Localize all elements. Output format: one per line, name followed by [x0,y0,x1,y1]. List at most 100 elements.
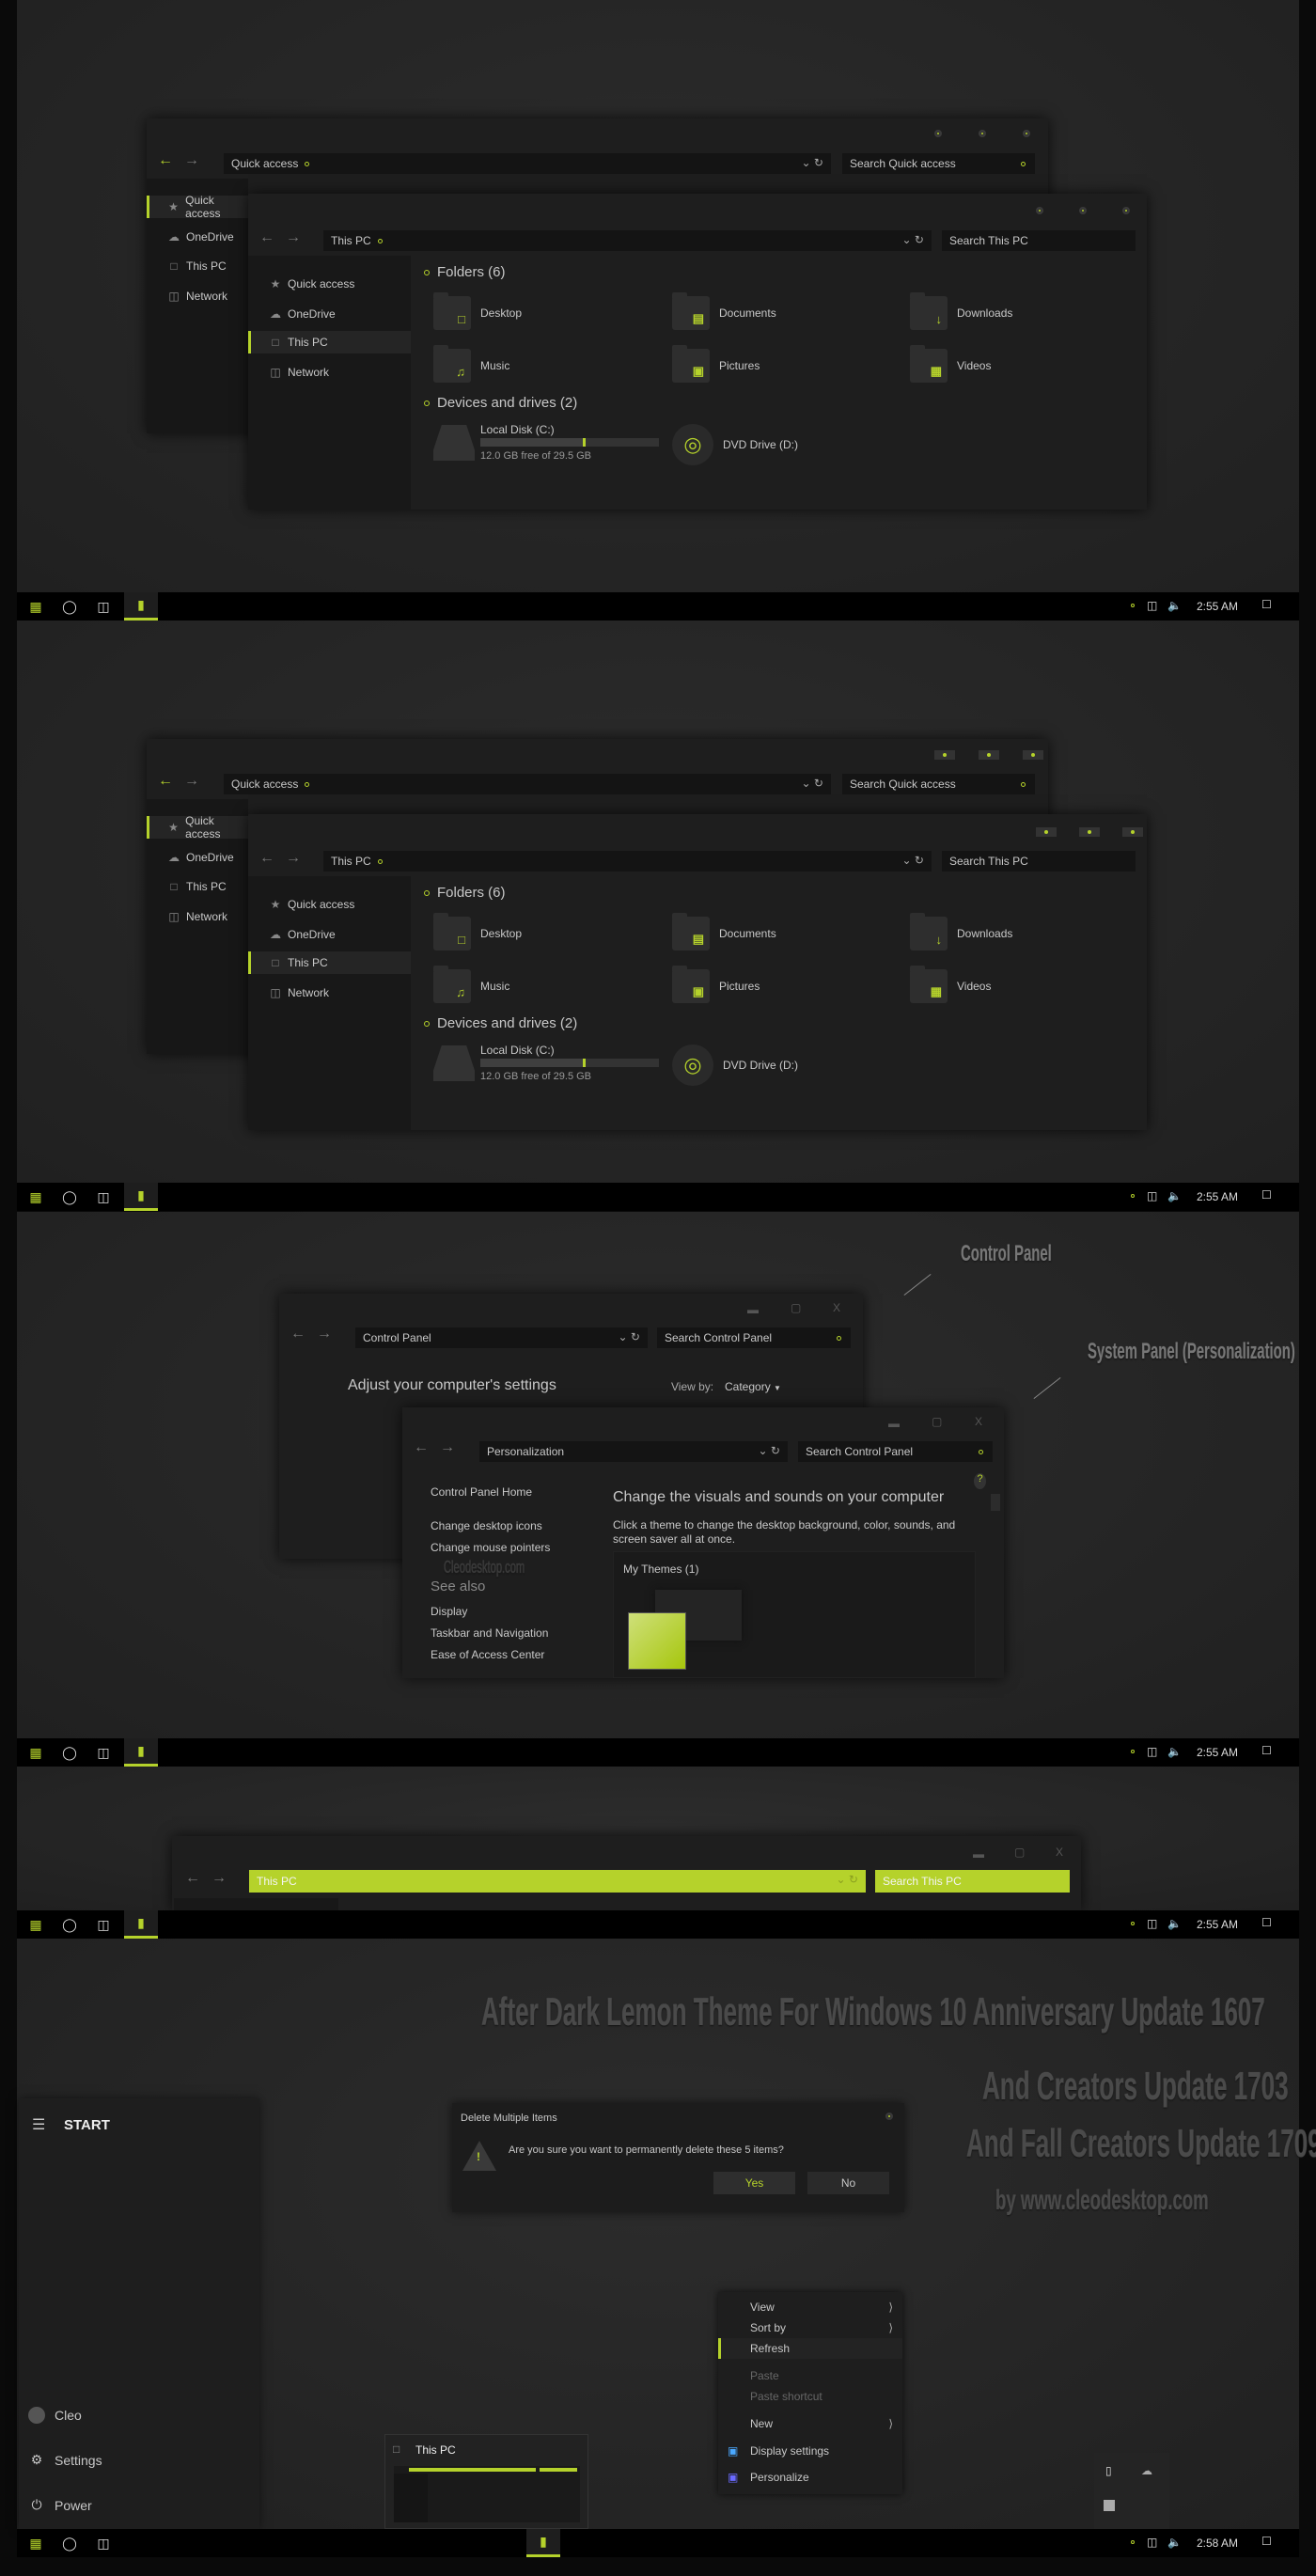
nav-item-onedrive[interactable]: ☁ OneDrive [147,226,248,248]
folder-videos[interactable]: ▦ Videos [910,345,1136,384]
start-power[interactable]: ⏻ Power [28,2497,91,2513]
notification-icon[interactable]: ☐ [1261,1744,1272,1757]
search-input[interactable]: Search Quick access [842,774,1035,794]
minimize-button[interactable] [1036,827,1057,837]
network-icon[interactable]: ◫ [1147,1917,1157,1930]
folder-documents[interactable]: ▤ Documents [672,913,898,951]
folder-downloads[interactable]: ↓ Downloads [910,913,1136,951]
drive-local-disk[interactable]: Local Disk (C:) 12.0 GB free of 29.5 GB [433,1044,668,1083]
nav-item-quick-access[interactable]: ★ Quick access [248,273,411,295]
forward-arrow-icon[interactable]: → [184,773,199,790]
drive-local-disk[interactable]: Local Disk (C:) 12.0 GB free of 29.5 GB [433,423,668,463]
forward-arrow-icon[interactable]: → [440,1439,455,1456]
search-input[interactable]: Search Control Panel [798,1441,993,1462]
maximize-button[interactable] [1079,207,1087,214]
refresh-icon[interactable]: ⌄ ↻ [619,1330,640,1343]
address-bar[interactable]: Quick access ⌄ ↻ [224,774,831,794]
maximize-button[interactable]: ▢ [932,1415,942,1428]
menu-item-refresh[interactable]: Refresh [718,2338,902,2359]
forward-arrow-icon[interactable]: → [286,229,301,246]
nav-item-quick-access[interactable]: ★ Quick access [147,814,248,840]
theme-swatch-lemon[interactable] [628,1612,686,1670]
menu-item-personalize[interactable]: ▣ Personalize [718,2467,902,2488]
network-icon[interactable]: ◫ [1147,1189,1157,1202]
close-button[interactable]: X [833,1301,840,1314]
file-explorer-icon[interactable]: ▮ [124,1183,158,1211]
folder-music[interactable]: ♫ Music [433,966,659,1004]
cortana-icon[interactable]: ◯ [53,1183,86,1211]
volume-icon[interactable]: 🔈 [1167,599,1182,612]
back-arrow-icon[interactable]: ← [414,1439,429,1456]
close-button[interactable] [1023,750,1043,760]
maximize-button[interactable] [1079,827,1100,837]
refresh-icon[interactable]: ⌄ ↻ [802,156,823,169]
minimize-button[interactable] [934,130,942,137]
forward-arrow-icon[interactable]: → [317,1326,332,1343]
folder-videos[interactable]: ▦ Videos [910,966,1136,1004]
clock[interactable]: 2:55 AM [1197,1190,1238,1203]
folder-music[interactable]: ♫ Music [433,345,659,384]
windows-start-icon[interactable]: ▦ [19,2529,53,2557]
refresh-icon[interactable]: ⌄ ↻ [902,233,924,246]
devices-header[interactable]: Devices and drives (2) [424,1015,577,1031]
windows-start-icon[interactable]: ▦ [19,1738,53,1767]
network-icon[interactable]: ◫ [1147,599,1157,612]
back-arrow-icon[interactable]: ← [290,1326,306,1343]
maximize-button[interactable] [979,130,986,137]
clock[interactable]: 2:55 AM [1197,1918,1238,1931]
task-view-icon[interactable]: ◫ [86,1183,120,1211]
search-input[interactable]: Search This PC [875,1870,1070,1893]
taskbar-thumbnail[interactable]: □ This PC [384,2434,588,2529]
back-arrow-icon[interactable]: ← [185,1870,200,1887]
task-view-icon[interactable]: ◫ [86,592,120,620]
menu-item-sort-by[interactable]: Sort by ⟩ [718,2317,902,2338]
task-view-icon[interactable]: ◫ [86,1910,120,1939]
tray-dot-icon[interactable] [1131,2540,1135,2544]
folder-desktop[interactable]: □ Desktop [433,292,659,331]
search-input[interactable]: Search This PC [942,230,1136,251]
minimize-button[interactable]: ▬ [747,1303,759,1316]
hamburger-icon[interactable]: ☰ [32,2115,45,2134]
folder-downloads[interactable]: ↓ Downloads [910,292,1136,331]
yes-button[interactable]: Yes [713,2172,795,2194]
network-icon[interactable]: ◫ [1147,2536,1157,2549]
search-input[interactable]: Search Control Panel [657,1327,851,1348]
address-bar[interactable]: Control Panel ⌄ ↻ [355,1327,648,1348]
windows-start-icon[interactable]: ▦ [19,592,53,620]
volume-icon[interactable]: 🔈 [1167,1917,1182,1930]
file-explorer-icon[interactable]: ▮ [124,1738,158,1767]
notification-icon[interactable]: ☐ [1261,1188,1272,1202]
menu-item-paste-shortcut[interactable]: Paste shortcut [718,2386,902,2407]
close-button[interactable] [1122,827,1143,837]
onedrive-icon[interactable]: ☁ [1141,2464,1152,2477]
minimize-button[interactable] [934,750,955,760]
close-button[interactable] [1023,130,1030,137]
link-control-panel-home[interactable]: Control Panel Home [431,1485,532,1499]
volume-icon[interactable]: 🔈 [1167,2536,1182,2549]
nav-item-network[interactable]: ◫ Network [147,285,248,307]
cortana-icon[interactable]: ◯ [53,2529,86,2557]
address-bar[interactable]: This PC ⌄ ↻ [249,1870,866,1893]
forward-arrow-icon[interactable]: → [286,850,301,867]
nav-item-this-pc[interactable]: □ This PC [248,331,411,353]
windows-start-icon[interactable]: ▦ [19,1910,53,1939]
address-bar[interactable]: Quick access ⌄ ↻ [224,153,831,174]
drive-dvd[interactable]: ◎ DVD Drive (D:) [672,423,860,466]
maximize-button[interactable] [979,750,999,760]
nav-item-network[interactable]: ◫ Network [248,982,411,1004]
folder-pictures[interactable]: ▣ Pictures [672,966,898,1004]
nav-item-quick-access[interactable]: ★ Quick access [248,893,411,916]
refresh-icon[interactable]: ⌄ ↻ [837,1873,858,1886]
tray-dot-icon[interactable] [1131,1750,1135,1753]
minimize-button[interactable] [1036,207,1043,214]
scrollbar[interactable] [991,1481,1000,1678]
start-user[interactable]: Cleo [28,2407,82,2424]
clock[interactable]: 2:55 AM [1197,1746,1238,1759]
link-ease-of-access[interactable]: Ease of Access Center [431,1648,544,1661]
menu-item-paste[interactable]: Paste [718,2365,902,2386]
address-bar[interactable]: This PC ⌄ ↻ [323,230,932,251]
tray-dot-icon[interactable] [1131,1194,1135,1198]
forward-arrow-icon[interactable]: → [212,1870,227,1887]
notification-icon[interactable]: ☐ [1261,2535,1272,2548]
search-input[interactable]: Search This PC [942,851,1136,872]
